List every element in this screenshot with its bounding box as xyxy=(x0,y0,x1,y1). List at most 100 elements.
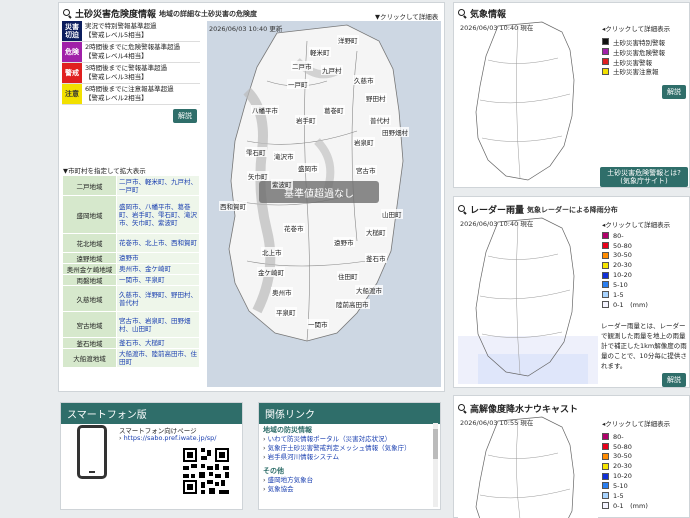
map-label[interactable]: 盛岡市 xyxy=(297,163,319,173)
muni-cities[interactable]: 遠野市 xyxy=(116,252,200,264)
link-item[interactable]: 気象協会 xyxy=(263,485,433,494)
muni-cities[interactable]: 一関市、平泉町 xyxy=(116,274,200,286)
landslide-subtitle: 地域の詳細な土砂災害の危険度 xyxy=(159,9,258,18)
level-desc: 2時間後までに危険警報基準超過 【警戒レベル4相当】 xyxy=(85,43,181,60)
map-label[interactable]: 平泉町 xyxy=(275,307,297,317)
weather-map-shape xyxy=(475,21,575,181)
radar-map[interactable]: 2026/06/03 10:40 現在 xyxy=(458,216,598,384)
link-item[interactable]: 盛岡地方気象台 xyxy=(263,476,433,485)
muni-cities[interactable]: 花巻市、北上市、西和賀町 xyxy=(116,233,200,253)
map-label[interactable]: 山田町 xyxy=(381,209,403,219)
legend-swatch xyxy=(602,232,609,240)
legend-item: 土砂災害注意報 xyxy=(602,66,665,76)
legend-item: 土砂災害危険警報 xyxy=(602,47,665,57)
map-label[interactable]: 野田村 xyxy=(365,93,387,103)
jma-info-button[interactable]: 土砂災害危険警報とは? (気象庁サイト) xyxy=(600,167,688,187)
nowcast-map-shape xyxy=(475,416,575,518)
map-label[interactable]: 二戸市 xyxy=(291,61,313,71)
map-label[interactable]: 普代村 xyxy=(369,115,391,125)
weather-explain-button[interactable]: 解説 xyxy=(662,85,686,99)
map-label[interactable]: 岩手町 xyxy=(295,115,317,125)
map-label[interactable]: 久慈市 xyxy=(353,75,375,85)
search-icon xyxy=(458,205,467,214)
link-item[interactable]: 気象庁土砂災害警戒判定メッシュ情報（気象庁） xyxy=(263,444,433,453)
level-desc: 3時間後までに警報基準超過 【警戒レベル3相当】 xyxy=(85,64,168,81)
nowcast-title-row: 高解像度降水ナウキャスト xyxy=(458,402,578,415)
map-label[interactable]: 大船渡市 xyxy=(355,285,383,295)
level-row-caution: 注意 6時間後までに注意報基準超過 【警戒レベル2相当】 xyxy=(62,84,200,105)
legend-item: 0-1 (mm) xyxy=(602,501,648,510)
map-label[interactable]: 岩泉町 xyxy=(353,137,375,147)
smartphone-url-link[interactable]: https://sabo.pref.iwate.jp/sp/ xyxy=(119,434,217,443)
map-label[interactable]: 紫波町 xyxy=(271,179,293,189)
muni-cities[interactable]: 大船渡市、陸前高田市、住田町 xyxy=(116,348,200,368)
map-label[interactable]: 洋野町 xyxy=(337,35,359,45)
weather-panel: 気象情報 2026/06/03 10:40 現在 ◂クリックして詳細表示 土砂災… xyxy=(453,2,690,188)
search-icon xyxy=(458,404,467,413)
legend-swatch xyxy=(602,452,609,460)
muni-cities[interactable]: 久慈市、洋野町、野田村、普代村 xyxy=(116,285,200,312)
radar-legend: 80- 50-80 30-50 20-30 10-20 5-10 1-5 0-1… xyxy=(602,231,648,309)
level-row-warning: 警戒 3時間後までに警報基準超過 【警戒レベル3相当】 xyxy=(62,63,200,84)
map-label[interactable]: 陸前高田市 xyxy=(335,299,370,309)
radar-map-shape xyxy=(458,217,598,384)
link-category: その他 xyxy=(263,467,284,475)
muni-cities[interactable]: 盛岡市、八幡平市、葛巻町、岩手町、雫石町、滝沢市、矢巾町、紫波町 xyxy=(116,195,200,234)
muni-cities[interactable]: 奥州市、金ケ崎町 xyxy=(116,263,200,275)
legend-swatch xyxy=(602,271,609,279)
legend-swatch xyxy=(602,443,609,451)
legend-swatch xyxy=(602,291,609,299)
nowcast-map[interactable]: 2026/06/03 10:55 現在 xyxy=(458,415,598,518)
muni-region: 釜石地域 xyxy=(62,337,117,349)
landslide-map[interactable]: 2026/06/03 10:40 更新 基準値超過なし 洋野町 軽米町 二戸市 … xyxy=(207,21,441,387)
map-label[interactable]: 金ケ崎町 xyxy=(257,267,285,277)
map-label[interactable]: 八幡平市 xyxy=(251,105,279,115)
muni-region: 二戸地域 xyxy=(62,175,117,196)
legend-swatch xyxy=(602,242,609,250)
nowcast-timestamp: 2026/06/03 10:55 現在 xyxy=(460,419,534,427)
legend-item: 20-30 xyxy=(602,461,648,471)
map-label[interactable]: 遠野市 xyxy=(333,237,355,247)
muni-cities[interactable]: 二戸市、軽米町、九戸村、一戸町 xyxy=(116,175,200,196)
legend-swatch xyxy=(602,261,609,269)
radar-description: レーダー雨量とは、レーダーで観測した雨量を地上の雨量計で補正した1km解像度の雨… xyxy=(601,322,687,370)
map-label[interactable]: 奥州市 xyxy=(271,287,293,297)
qr-code-image[interactable] xyxy=(181,446,231,496)
landslide-explain-button[interactable]: 解説 xyxy=(173,109,197,123)
muni-region: 大船渡地域 xyxy=(62,348,117,368)
map-label[interactable]: 雫石町 xyxy=(245,147,267,157)
weather-map[interactable]: 2026/06/03 10:40 現在 xyxy=(458,20,598,186)
muni-region: 遠野地域 xyxy=(62,252,117,264)
map-label[interactable]: 田野畑村 xyxy=(381,127,409,137)
map-label[interactable]: 釜石市 xyxy=(365,253,387,263)
link-item[interactable]: いわて防災情報ポータル（災害対応状況） xyxy=(263,435,433,444)
radar-explain-button[interactable]: 解説 xyxy=(662,373,686,387)
legend-swatch xyxy=(602,57,609,65)
map-label[interactable]: 矢巾町 xyxy=(247,171,269,181)
legend-item: 土砂災害警報 xyxy=(602,57,665,67)
links-scrollbar[interactable] xyxy=(433,423,438,507)
map-label[interactable]: 宮古市 xyxy=(355,165,377,175)
map-label[interactable]: 大槌町 xyxy=(365,227,387,237)
legend-item: 0-1 (mm) xyxy=(602,300,648,309)
map-label[interactable]: 滝沢市 xyxy=(273,151,295,161)
map-label[interactable]: 軽米町 xyxy=(309,47,331,57)
map-label[interactable]: 葛巻町 xyxy=(323,105,345,115)
map-label[interactable]: 西和賀町 xyxy=(219,201,247,211)
legend-item: 1-5 xyxy=(602,290,648,300)
level-desc: 6時間後までに注意報基準超過 【警戒レベル2相当】 xyxy=(85,85,174,102)
map-label[interactable]: 九戸村 xyxy=(321,65,343,75)
landslide-title: 土砂災害危険度情報 xyxy=(75,10,157,20)
map-label[interactable]: 北上市 xyxy=(261,247,283,257)
muni-region: 盛岡地域 xyxy=(62,195,117,234)
muni-cities[interactable]: 宮古市、岩泉町、田野畑村、山田町 xyxy=(116,311,200,338)
landslide-title-row: 土砂災害危険度情報 地域の詳細な土砂災害の危険度 xyxy=(63,7,257,20)
map-label[interactable]: 花巻市 xyxy=(283,223,305,233)
link-item[interactable]: 岩手県河川情報システム xyxy=(263,453,433,462)
legend-item: 20-30 xyxy=(602,260,648,270)
map-label[interactable]: 住田町 xyxy=(337,271,359,281)
map-label[interactable]: 一関市 xyxy=(307,319,329,329)
legend-item: 30-50 xyxy=(602,251,648,261)
muni-cities[interactable]: 釜石市、大槌町 xyxy=(116,337,200,349)
map-label[interactable]: 一戸町 xyxy=(287,79,309,89)
